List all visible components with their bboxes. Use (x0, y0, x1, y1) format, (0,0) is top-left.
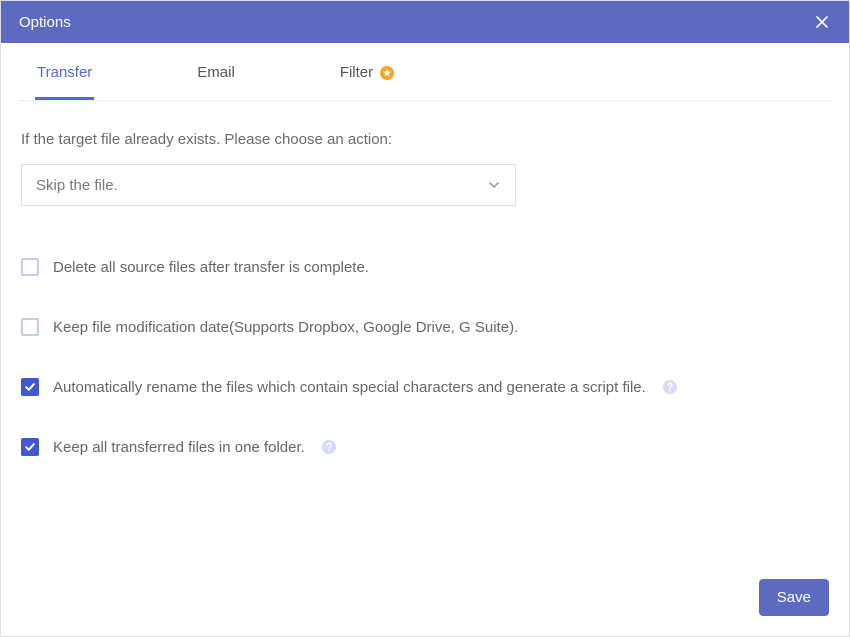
dialog-header: Options (1, 1, 849, 43)
option-delete-source: Delete all source files after transfer i… (21, 258, 827, 276)
option-auto-rename: Automatically rename the files which con… (21, 378, 827, 396)
transfer-options: Delete all source files after transfer i… (21, 258, 827, 456)
select-value: Skip the file. (36, 177, 118, 194)
checkbox-one-folder[interactable] (21, 438, 39, 456)
checkbox-auto-rename[interactable] (21, 378, 39, 396)
save-button[interactable]: Save (759, 579, 829, 616)
dialog-title: Options (19, 14, 71, 31)
options-dialog: Options Transfer Email Filter If the tar… (0, 0, 850, 637)
star-badge-icon (379, 65, 395, 81)
tab-label: Transfer (37, 64, 92, 81)
dialog-footer: Save (1, 579, 849, 636)
tab-email[interactable]: Email (197, 64, 235, 99)
option-label: Automatically rename the files which con… (53, 379, 646, 396)
tab-content-transfer: If the target file already exists. Pleas… (3, 101, 845, 579)
checkbox-keep-modification-date[interactable] (21, 318, 39, 336)
tab-bar: Transfer Email Filter (19, 43, 831, 101)
tab-transfer[interactable]: Transfer (37, 64, 92, 99)
tab-filter[interactable]: Filter (340, 64, 395, 99)
tab-label: Filter (340, 64, 373, 81)
option-one-folder: Keep all transferred files in one folder… (21, 438, 827, 456)
help-icon[interactable] (662, 379, 678, 395)
help-icon[interactable] (321, 439, 337, 455)
checkbox-delete-source[interactable] (21, 258, 39, 276)
option-label: Delete all source files after transfer i… (53, 259, 369, 276)
exists-prompt: If the target file already exists. Pleas… (21, 131, 827, 148)
chevron-down-icon (487, 178, 501, 192)
option-label: Keep all transferred files in one folder… (53, 439, 305, 456)
option-keep-modification-date: Keep file modification date(Supports Dro… (21, 318, 827, 336)
tab-label: Email (197, 64, 235, 81)
exists-action-select[interactable]: Skip the file. (21, 164, 516, 206)
close-icon[interactable] (813, 13, 831, 31)
option-label: Keep file modification date(Supports Dro… (53, 319, 518, 336)
